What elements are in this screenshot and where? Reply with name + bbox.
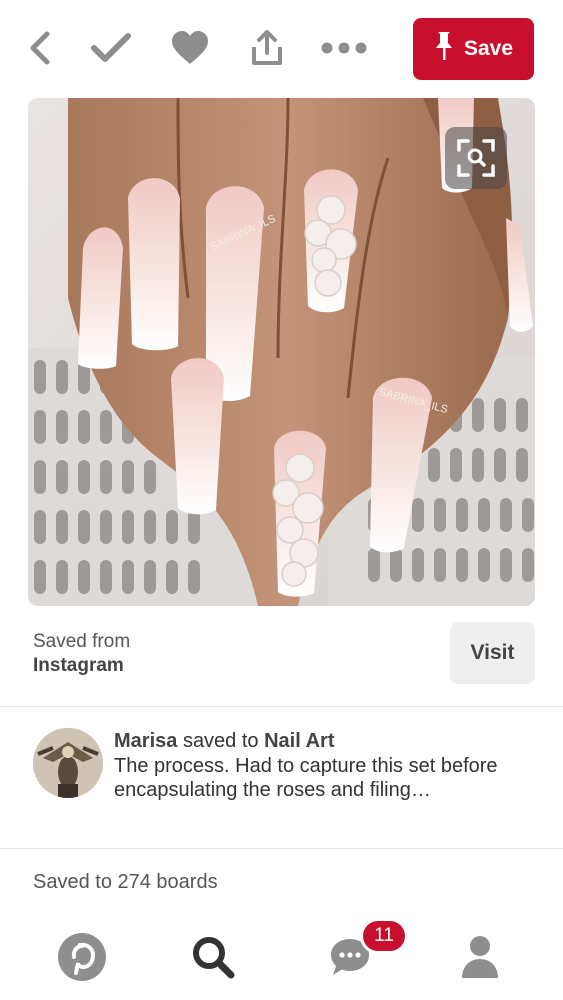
bottom-nav <box>0 915 563 1000</box>
person-icon[interactable] <box>450 927 510 987</box>
saved-to-text: saved to <box>182 730 259 752</box>
search-icon[interactable] <box>183 927 243 987</box>
pinterest-logo-icon[interactable] <box>52 927 112 987</box>
heart-icon[interactable] <box>168 20 212 76</box>
notification-badge: 11 <box>360 918 408 954</box>
user-name[interactable]: Marisa <box>114 730 177 752</box>
divider <box>0 706 563 707</box>
source-name[interactable]: Instagram <box>33 654 130 678</box>
avatar[interactable] <box>33 728 103 798</box>
saved-from-block: Saved from Instagram <box>33 630 130 678</box>
top-toolbar: Save <box>0 0 563 98</box>
board-name[interactable]: Nail Art <box>264 730 334 752</box>
visual-search-icon[interactable] <box>445 127 507 189</box>
share-icon[interactable] <box>247 20 287 76</box>
save-button[interactable]: Save <box>413 18 534 80</box>
saved-count[interactable]: Saved to 274 boards <box>33 871 218 894</box>
divider <box>0 848 563 849</box>
activity-block: Marisa saved to Nail Art The process. Ha… <box>114 729 534 803</box>
saved-from-label: Saved from <box>33 631 131 652</box>
visit-button[interactable]: Visit <box>450 622 535 684</box>
pin-icon <box>434 30 454 68</box>
more-dots-icon[interactable] <box>320 20 368 76</box>
check-icon[interactable] <box>88 20 134 76</box>
save-label: Save <box>463 37 514 60</box>
pin-description: The process. Had to capture this set bef… <box>114 754 498 802</box>
chevron-left-icon[interactable] <box>22 20 58 76</box>
